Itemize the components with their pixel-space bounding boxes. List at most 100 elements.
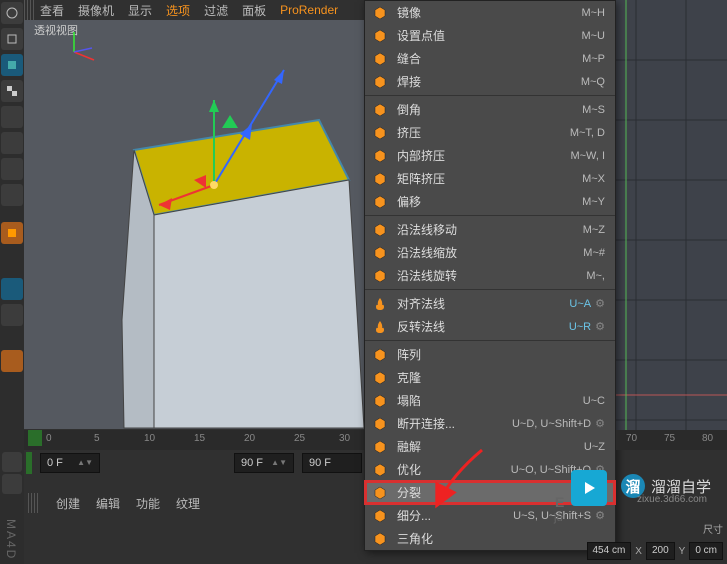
menu-separator [365, 95, 615, 96]
menu-item-label: 断开连接... [397, 415, 512, 432]
menu-item-克隆[interactable]: 克隆 [365, 366, 615, 389]
bottom-func[interactable]: 功能 [136, 495, 160, 512]
menu-filter[interactable]: 过滤 [204, 2, 228, 19]
menu-item-挤压[interactable]: 挤压M~T, D [365, 121, 615, 144]
menu-prorender[interactable]: ProRender [280, 3, 338, 17]
menu-camera[interactable]: 摄像机 [78, 2, 114, 19]
dim-x[interactable]: 454 cm [587, 542, 632, 560]
menu-item-label: 倒角 [397, 101, 582, 118]
watermark-big: E [555, 494, 564, 510]
icon-a[interactable] [2, 452, 22, 472]
menu-item-shortcut: M~Q [581, 76, 605, 88]
menu-item-shortcut: M~W, I [570, 150, 605, 162]
tool-cube[interactable] [1, 54, 23, 76]
menu-panel[interactable]: 面板 [242, 2, 266, 19]
menu-item-label: 矩阵挤压 [397, 170, 582, 187]
menu-item-label: 缝合 [397, 50, 582, 67]
gear-icon[interactable]: ⚙ [595, 509, 605, 522]
menu-separator [365, 289, 615, 290]
gear-icon[interactable]: ⚙ [595, 417, 605, 430]
timeline[interactable]: 0 5 10 15 20 25 30 [24, 430, 364, 450]
tool-6[interactable] [1, 158, 23, 180]
bottom-edit[interactable]: 编辑 [96, 495, 120, 512]
tool-5[interactable] [1, 132, 23, 154]
tool-magnet[interactable] [1, 350, 23, 372]
menu-item-shortcut: U~D, U~Shift+D [512, 418, 591, 430]
tool-4[interactable] [1, 106, 23, 128]
tool-7[interactable] [1, 184, 23, 206]
menu-item-设置点值[interactable]: 设置点值M~U [365, 24, 615, 47]
right-timeline[interactable]: 70 75 80 [616, 430, 727, 450]
dim-y[interactable]: 200 [646, 542, 675, 560]
menu-item-沿法线移动[interactable]: 沿法线移动M~Z [365, 218, 615, 241]
menu-item-倒角[interactable]: 倒角M~S [365, 98, 615, 121]
menu-item-shortcut: M~P [582, 53, 605, 65]
tick: 80 [702, 433, 713, 444]
bottom-grip[interactable] [28, 493, 40, 513]
menu-item-塌陷[interactable]: 塌陷U~C [365, 389, 615, 412]
menu-item-融解[interactable]: 融解U~Z [365, 435, 615, 458]
watermark-small: jù [554, 512, 563, 524]
menu-item-缝合[interactable]: 缝合M~P [365, 47, 615, 70]
menu-item-阵列[interactable]: 阵列 [365, 343, 615, 366]
menu-item-反转法线[interactable]: 反转法线U~R ⚙ [365, 315, 615, 338]
gear-icon[interactable]: ⚙ [595, 297, 605, 310]
frame-end[interactable]: 90 F [302, 453, 362, 473]
play-button[interactable] [571, 470, 607, 506]
menu-item-偏移[interactable]: 偏移M~Y [365, 190, 615, 213]
menu-item-label: 融解 [397, 438, 584, 455]
menu-item-对齐法线[interactable]: 对齐法线U~A⚙ [365, 292, 615, 315]
frame-current[interactable]: 90 F▲▼ [234, 453, 294, 473]
menu-item-icon [371, 244, 389, 262]
menu-item-shortcut: M~# [583, 247, 605, 259]
menu-item-label: 反转法线 [397, 318, 569, 335]
bottom-tex[interactable]: 纹理 [176, 495, 200, 512]
menu-item-label: 焊接 [397, 73, 581, 90]
viewport-3d [24, 20, 364, 429]
right-viewport[interactable] [616, 0, 727, 430]
menu-item-细分...[interactable]: 细分...U~S, U~Shift+S⚙ [365, 504, 615, 527]
timeline-playhead[interactable] [28, 430, 42, 446]
tool-checker[interactable] [1, 80, 23, 102]
menu-item-矩阵挤压[interactable]: 矩阵挤压M~X [365, 167, 615, 190]
size-label: 尺寸 [703, 521, 723, 536]
menu-item-断开连接...[interactable]: 断开连接...U~D, U~Shift+D ⚙ [365, 412, 615, 435]
tool-poly[interactable] [1, 222, 23, 244]
menu-item-shortcut: M~, [586, 270, 605, 282]
icon-b[interactable] [2, 474, 22, 494]
menu-item-shortcut: U~Z [584, 441, 605, 453]
tool-mouse[interactable] [1, 278, 23, 300]
viewport[interactable]: 透视视图 [24, 20, 364, 429]
dim-y-label: Y [679, 546, 686, 557]
menu-item-三角化[interactable]: 三角化 [365, 527, 615, 550]
menu-view[interactable]: 查看 [40, 2, 64, 19]
menu-item-焊接[interactable]: 焊接M~Q [365, 70, 615, 93]
tick: 20 [244, 433, 255, 444]
menu-item-icon [371, 461, 389, 479]
frame-start[interactable]: 0 F▲▼ [40, 453, 100, 473]
dim-z[interactable]: 0 cm [689, 542, 723, 560]
tool-1[interactable] [1, 2, 23, 24]
gear-icon[interactable]: ⚙ [595, 320, 605, 333]
menu-item-shortcut: U~S, U~Shift+S [513, 510, 591, 522]
menu-item-icon [371, 295, 389, 313]
menu-separator [365, 340, 615, 341]
menu-item-icon [371, 415, 389, 433]
menu-item-shortcut: U~R [569, 321, 591, 333]
menu-item-label: 沿法线移动 [397, 221, 583, 238]
left-bottom-icons [0, 452, 24, 494]
menu-item-shortcut: M~S [582, 104, 605, 116]
menu-item-label: 镜像 [397, 4, 581, 21]
menu-options[interactable]: 选项 [166, 2, 190, 19]
menu-item-内部挤压[interactable]: 内部挤压M~W, I [365, 144, 615, 167]
menu-display[interactable]: 显示 [128, 2, 152, 19]
bottom-create[interactable]: 创建 [56, 495, 80, 512]
menu-item-镜像[interactable]: 镜像M~H [365, 1, 615, 24]
menu-item-沿法线旋转[interactable]: 沿法线旋转M~, [365, 264, 615, 287]
tool-snap[interactable] [1, 304, 23, 326]
menu-item-沿法线缩放[interactable]: 沿法线缩放M~# [365, 241, 615, 264]
menu-item-icon [371, 4, 389, 22]
menu-item-shortcut: M~X [582, 173, 605, 185]
menu-item-icon [371, 346, 389, 364]
tool-2[interactable] [1, 28, 23, 50]
